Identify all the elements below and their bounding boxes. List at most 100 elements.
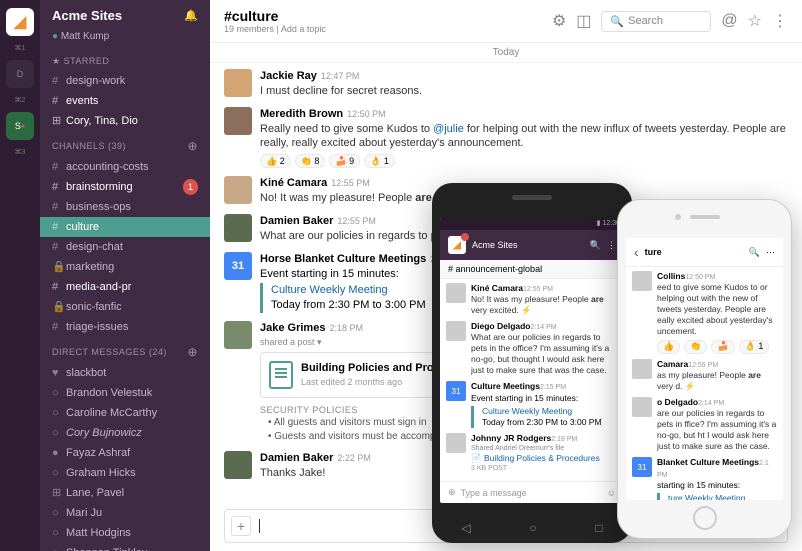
dm-item[interactable]: ○Graham Hicks: [40, 463, 210, 483]
avatar: [632, 397, 652, 417]
channel-item[interactable]: 🔒marketing: [40, 257, 210, 277]
android-channel[interactable]: # announcement-global: [440, 260, 624, 279]
android-ws-name[interactable]: Acme Sites: [472, 240, 584, 250]
iphone-channel[interactable]: ture: [645, 247, 743, 257]
emoji-icon[interactable]: ☺: [607, 488, 616, 498]
calendar-icon: 31: [224, 252, 252, 280]
avatar: [446, 321, 466, 341]
message: Diego Delgado2:14 PMWhat are our policie…: [446, 321, 618, 376]
android-header: ◢ Acme Sites 🔍 ⋮: [440, 230, 624, 260]
avatar: [224, 321, 252, 349]
android-phone-mockup: ▮ 12:30 ◢ Acme Sites 🔍 ⋮ # announcement-…: [432, 183, 632, 543]
reaction[interactable]: 👌 1: [364, 154, 395, 168]
channel-title[interactable]: #culture: [224, 8, 326, 24]
gear-icon[interactable]: ⚙: [552, 11, 566, 31]
attach-icon[interactable]: +: [231, 516, 251, 536]
date-separator: Today: [210, 43, 802, 63]
avatar: [224, 69, 252, 97]
workspace-icon-acme[interactable]: ◢: [6, 8, 34, 36]
android-statusbar: ▮ 12:30: [440, 218, 624, 230]
android-navbar: ◁○□: [432, 521, 632, 535]
bell-icon[interactable]: 🔔: [184, 9, 198, 22]
channel-item[interactable]: #accounting-costs: [40, 157, 210, 177]
dm-item[interactable]: ●Shannon Tinkley: [40, 543, 210, 551]
channel-item[interactable]: #events: [40, 91, 210, 111]
reaction[interactable]: 👌 1: [739, 340, 770, 354]
sidebar: Acme Sites 🔔 ● Matt Kump ★ STARRED #desi…: [40, 0, 210, 551]
channel-item[interactable]: #brainstorming1: [40, 177, 210, 197]
iphone-mockup: ‹ ture 🔍 ⋯ Collins12:50 PMeed to give so…: [617, 199, 792, 539]
channel-item[interactable]: #design-work: [40, 71, 210, 91]
avatar: [632, 359, 652, 379]
starred-title: STARRED: [64, 56, 110, 66]
search-icon: 🔍: [610, 15, 624, 28]
android-ws-icon[interactable]: ◢: [448, 236, 466, 254]
channel-item[interactable]: #triage-issues: [40, 317, 210, 337]
iphone-header: ‹ ture 🔍 ⋯: [626, 238, 783, 267]
document-icon: [269, 361, 293, 389]
message: Jackie Ray12:47 PMI must decline for sec…: [224, 69, 788, 99]
dms-list: ♥slackbot○Brandon Velestuk○Caroline McCa…: [40, 363, 210, 551]
channels-list: #accounting-costs#brainstorming1#busines…: [40, 157, 210, 337]
text-cursor: [259, 519, 260, 533]
channel-item[interactable]: #culture: [40, 217, 210, 237]
home-button[interactable]: [693, 506, 717, 530]
plus-icon[interactable]: ⊕: [448, 487, 456, 498]
dm-item[interactable]: ♥slackbot: [40, 363, 210, 383]
add-dm-icon[interactable]: ⊕: [187, 345, 198, 359]
message: Camara12:55 PMas my pleasure! People are…: [632, 359, 777, 392]
channel-item[interactable]: 🔒sonic-fanfic: [40, 297, 210, 317]
message: o Delgado2:14 PMare our policies in rega…: [632, 397, 777, 452]
avatar: [224, 451, 252, 479]
channels-title: CHANNELS: [52, 141, 105, 151]
channel-topic[interactable]: Add a topic: [281, 24, 326, 34]
workspace-rail: ◢ ⌘1 D ⌘2 S● ⌘3: [0, 0, 40, 551]
message: Kiné Camara12:55 PMNo! It was my pleasur…: [446, 283, 618, 316]
search-icon[interactable]: 🔍: [590, 240, 601, 251]
more-icon[interactable]: ⋯: [766, 247, 775, 258]
message: Meredith Brown12:50 PMReally need to giv…: [224, 107, 788, 169]
message: 31Culture Meetings2:15 PMEvent starting …: [446, 381, 618, 427]
android-composer[interactable]: ⊕Type a message☺: [440, 481, 624, 503]
avatar: [446, 283, 466, 303]
add-channel-icon[interactable]: ⊕: [187, 139, 198, 153]
dm-item[interactable]: ○Caroline McCarthy: [40, 403, 210, 423]
more-icon[interactable]: ⋮: [772, 11, 788, 31]
search-input[interactable]: 🔍Search: [601, 11, 711, 32]
avatar: [224, 107, 252, 135]
workspace-icon-2[interactable]: D: [6, 60, 34, 88]
reaction[interactable]: 👏 8: [295, 154, 326, 168]
dm-item[interactable]: ●Fayaz Ashraf: [40, 443, 210, 463]
channel-item[interactable]: ⊞Cory, Tina, Dio: [40, 111, 210, 131]
message: Collins12:50 PMeed to give some Kudos to…: [632, 271, 777, 354]
search-icon[interactable]: 🔍: [749, 247, 760, 258]
dm-item[interactable]: ○Cory Bujnowicz: [40, 423, 210, 443]
channel-item[interactable]: #business-ops: [40, 197, 210, 217]
workspace-name[interactable]: Acme Sites: [52, 8, 122, 23]
dm-item[interactable]: ⊞Lane, Pavel: [40, 483, 210, 503]
channel-header: #culture 19 members | Add a topic ⚙ ◫ 🔍S…: [210, 0, 802, 43]
mentions-icon[interactable]: @: [721, 12, 737, 30]
back-icon[interactable]: ‹: [634, 244, 639, 260]
reaction[interactable]: 👍: [657, 340, 680, 354]
star-icon[interactable]: ☆: [748, 11, 762, 31]
workspace-icon-3[interactable]: S●: [6, 112, 34, 140]
dm-item[interactable]: ○Matt Hodgins: [40, 523, 210, 543]
android-messages: Kiné Camara12:55 PMNo! It was my pleasur…: [440, 279, 624, 481]
reaction[interactable]: 🍰 9: [329, 154, 360, 168]
more-icon[interactable]: ⋮: [607, 240, 616, 251]
dms-title: DIRECT MESSAGES: [52, 347, 146, 357]
dm-item[interactable]: ○Mari Ju: [40, 503, 210, 523]
reaction[interactable]: 👍 2: [260, 154, 291, 168]
pane-icon[interactable]: ◫: [576, 11, 591, 31]
message: 31Blanket Culture Meetings2.1 PMstarting…: [632, 457, 777, 500]
channel-item[interactable]: #media-and-pr: [40, 277, 210, 297]
starred-list: #design-work#events⊞Cory, Tina, Dio: [40, 71, 210, 131]
dm-item[interactable]: ○Brandon Velestuk: [40, 383, 210, 403]
reaction[interactable]: 🍰: [711, 340, 734, 354]
avatar: [224, 176, 252, 204]
message: Johnny JR Rodgers2:18 PMShared Andriel D…: [446, 433, 618, 473]
member-count[interactable]: 19 members: [224, 24, 274, 34]
channel-item[interactable]: #design-chat: [40, 237, 210, 257]
reaction[interactable]: 👏: [684, 340, 707, 354]
